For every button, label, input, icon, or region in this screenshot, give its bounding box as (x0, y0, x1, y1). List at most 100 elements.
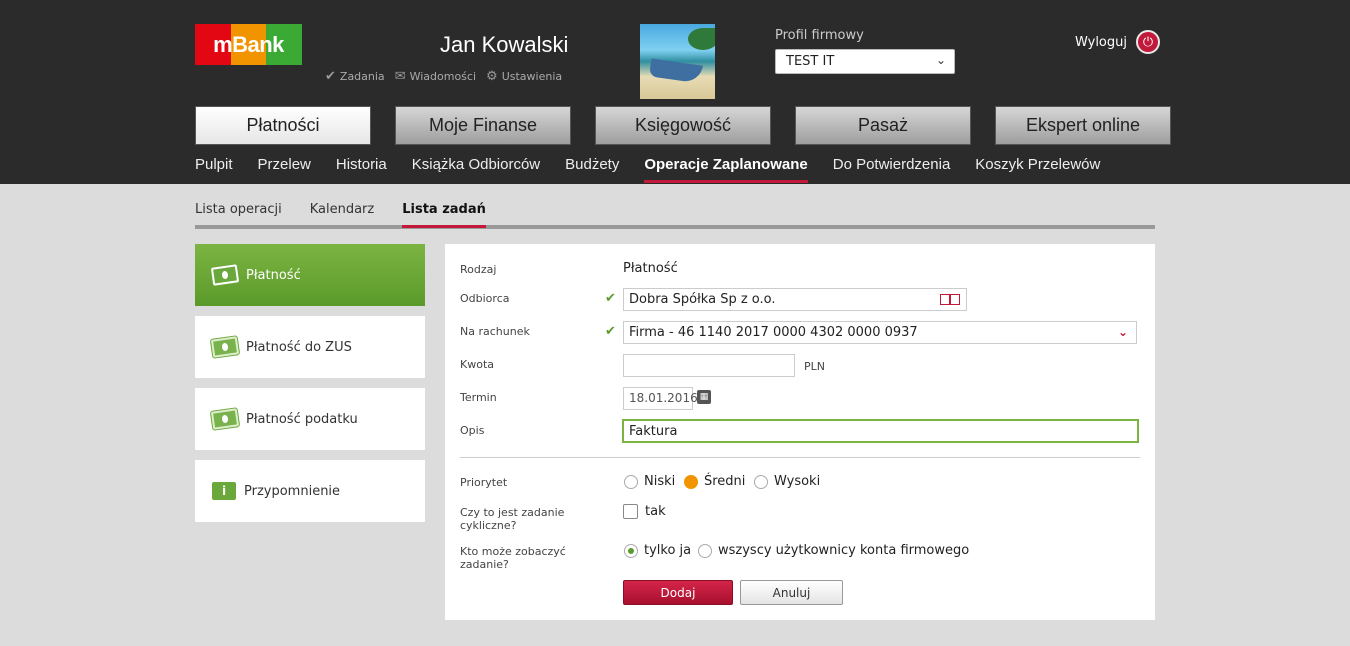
opis-label: Opis (460, 424, 485, 437)
subnav-ksiazka-odbiorcow[interactable]: Książka Odbiorców (412, 156, 540, 181)
subnav-koszyk-przelewow[interactable]: Koszyk Przelewów (975, 156, 1100, 181)
tasks-link-label: Zadania (339, 70, 385, 83)
sub-nav: Pulpit Przelew Historia Książka Odbiorcó… (195, 156, 1100, 183)
radio-circle (684, 474, 698, 489)
logout-button[interactable]: Wyloguj ⏻ (1075, 30, 1160, 54)
subnav-budzety[interactable]: Budżety (565, 156, 619, 181)
section-tabs: Lista operacji Kalendarz Lista zadań (195, 202, 1155, 229)
tasks-link[interactable]: ✔ Zadania (325, 69, 385, 84)
top-header: mBank Jan Kowalski ✔ Zadania ✉ Wiadomośc… (0, 0, 1350, 184)
radio-circle (754, 474, 768, 489)
sidebar-item-platnosc-podatku[interactable]: Płatność podatku (195, 388, 425, 450)
tab-lista-zadan[interactable]: Lista zadań (402, 202, 486, 228)
kwota-label: Kwota (460, 358, 494, 371)
currency-label: PLN (804, 360, 825, 373)
subnav-pulpit[interactable]: Pulpit (195, 156, 233, 181)
rachunek-value: Firma - 46 1140 2017 0000 4302 0000 0937 (629, 325, 918, 340)
subnav-przelew[interactable]: Przelew (258, 156, 311, 181)
widocznosc-label-line1: Kto może zobaczyć (460, 545, 566, 558)
termin-input[interactable]: 18.01.2016 (623, 387, 698, 410)
opis-textarea[interactable]: Faktura (622, 419, 1139, 443)
gear-icon: ⚙ (486, 69, 498, 84)
radio-label: tylko ja (644, 543, 692, 558)
calendar-icon[interactable]: ▦ (697, 390, 711, 404)
profile-select-value: TEST IT (786, 54, 835, 69)
rodzaj-label: Rodzaj (460, 263, 497, 276)
add-button[interactable]: Dodaj (623, 580, 733, 605)
kwota-input[interactable] (623, 354, 795, 377)
priorytet-niski-radio[interactable]: Niski (624, 474, 675, 489)
priorytet-sredni-radio[interactable]: Średni (684, 474, 745, 489)
user-name: Jan Kowalski (440, 32, 569, 57)
radio-label: Niski (644, 474, 676, 489)
widocznosc-label: Kto może zobaczyć zadanie? (460, 545, 566, 571)
widocznosc-label-line2: zadanie? (460, 558, 509, 571)
subnav-operacje-zaplanowane[interactable]: Operacje Zaplanowane (644, 156, 809, 183)
odbiorca-value: Dobra Spółka Sp z o.o. (629, 292, 776, 307)
sidebar-item-przypomnienie[interactable]: i Przypomnienie (195, 460, 425, 522)
settings-link[interactable]: ⚙ Ustawienia (486, 69, 562, 84)
radio-label: wszyscy użytkownicy konta firmowego (718, 543, 970, 558)
mbank-logo[interactable]: mBank (195, 24, 303, 65)
quicklinks: ✔ Zadania ✉ Wiadomości ⚙ Ustawienia (325, 69, 562, 84)
odbiorca-input[interactable]: Dobra Spółka Sp z o.o. (623, 288, 967, 311)
checkmark-icon: ✔ (605, 324, 616, 339)
radio-label: Średni (704, 474, 746, 489)
envelope-icon: ✉ (394, 69, 406, 84)
profile-select[interactable]: TEST IT ⌄ (775, 49, 955, 74)
tab-kalendarz[interactable]: Kalendarz (310, 202, 375, 225)
sidebar: Płatność Płatność do ZUS Płatność podatk… (195, 244, 425, 532)
subnav-do-potwierdzenia[interactable]: Do Potwierdzenia (833, 156, 951, 181)
settings-link-label: Ustawienia (501, 70, 563, 83)
checkbox-box (623, 504, 638, 519)
avatar[interactable] (640, 24, 715, 99)
checkmark-icon: ✔ (605, 291, 616, 306)
radio-circle (624, 543, 638, 558)
sidebar-item-label: Przypomnienie (244, 483, 341, 499)
chevron-down-icon: ⌄ (935, 53, 946, 67)
widocznosc-tylko-ja-radio[interactable]: tylko ja (624, 543, 691, 558)
info-icon: i (212, 482, 236, 500)
priorytet-label: Priorytet (460, 476, 508, 489)
checkmark-icon: ✔ (325, 69, 336, 84)
cykliczne-label-line1: Czy to jest zadanie (460, 506, 565, 519)
logout-label: Wyloguj (1075, 34, 1127, 50)
cykliczne-label-line2: cykliczne? (460, 519, 517, 532)
cykliczne-checkbox[interactable]: tak (623, 504, 666, 519)
termin-value: 18.01.2016 (629, 391, 698, 405)
sidebar-item-label: Płatność podatku (246, 411, 358, 427)
banknote-icon (210, 336, 240, 358)
profile-label: Profil firmowy (775, 28, 864, 43)
radio-circle (624, 474, 638, 489)
opis-value: Faktura (629, 424, 678, 439)
tab-ekspert-online[interactable]: Ekspert online (995, 106, 1171, 145)
subnav-historia[interactable]: Historia (336, 156, 387, 181)
cancel-button[interactable]: Anuluj (740, 580, 843, 605)
priorytet-wysoki-radio[interactable]: Wysoki (754, 474, 820, 489)
tab-moje-finanse[interactable]: Moje Finanse (395, 106, 571, 145)
tab-ksiegowosc[interactable]: Księgowość (595, 106, 771, 145)
address-book-icon[interactable] (940, 294, 960, 305)
tab-lista-operacji[interactable]: Lista operacji (195, 202, 282, 225)
sidebar-item-platnosc-zus[interactable]: Płatność do ZUS (195, 316, 425, 378)
messages-link[interactable]: ✉ Wiadomości (395, 69, 476, 84)
sidebar-item-label: Płatność (246, 267, 301, 283)
messages-link-label: Wiadomości (409, 70, 477, 83)
tab-platnosci[interactable]: Płatności (195, 106, 371, 145)
banknote-icon (210, 408, 240, 430)
checkbox-label: tak (645, 504, 666, 519)
cykliczne-label: Czy to jest zadanie cykliczne? (460, 506, 564, 532)
sidebar-item-platnosc[interactable]: Płatność (195, 244, 425, 306)
sidebar-item-label: Płatność do ZUS (246, 339, 352, 355)
task-form-panel: Rodzaj Płatność Odbiorca ✔ Dobra Spółka … (445, 244, 1155, 620)
banknote-icon (210, 264, 240, 286)
form-divider (460, 457, 1140, 458)
rachunek-label: Na rachunek (460, 325, 530, 338)
rachunek-select[interactable]: Firma - 46 1140 2017 0000 4302 0000 0937… (623, 321, 1137, 344)
tab-pasaz[interactable]: Pasaż (795, 106, 971, 145)
widocznosc-wszyscy-radio[interactable]: wszyscy użytkownicy konta firmowego (698, 543, 969, 558)
section-tabs-divider (195, 225, 1155, 229)
power-icon: ⏻ (1136, 30, 1160, 54)
odbiorca-label: Odbiorca (460, 292, 510, 305)
termin-label: Termin (460, 391, 497, 404)
